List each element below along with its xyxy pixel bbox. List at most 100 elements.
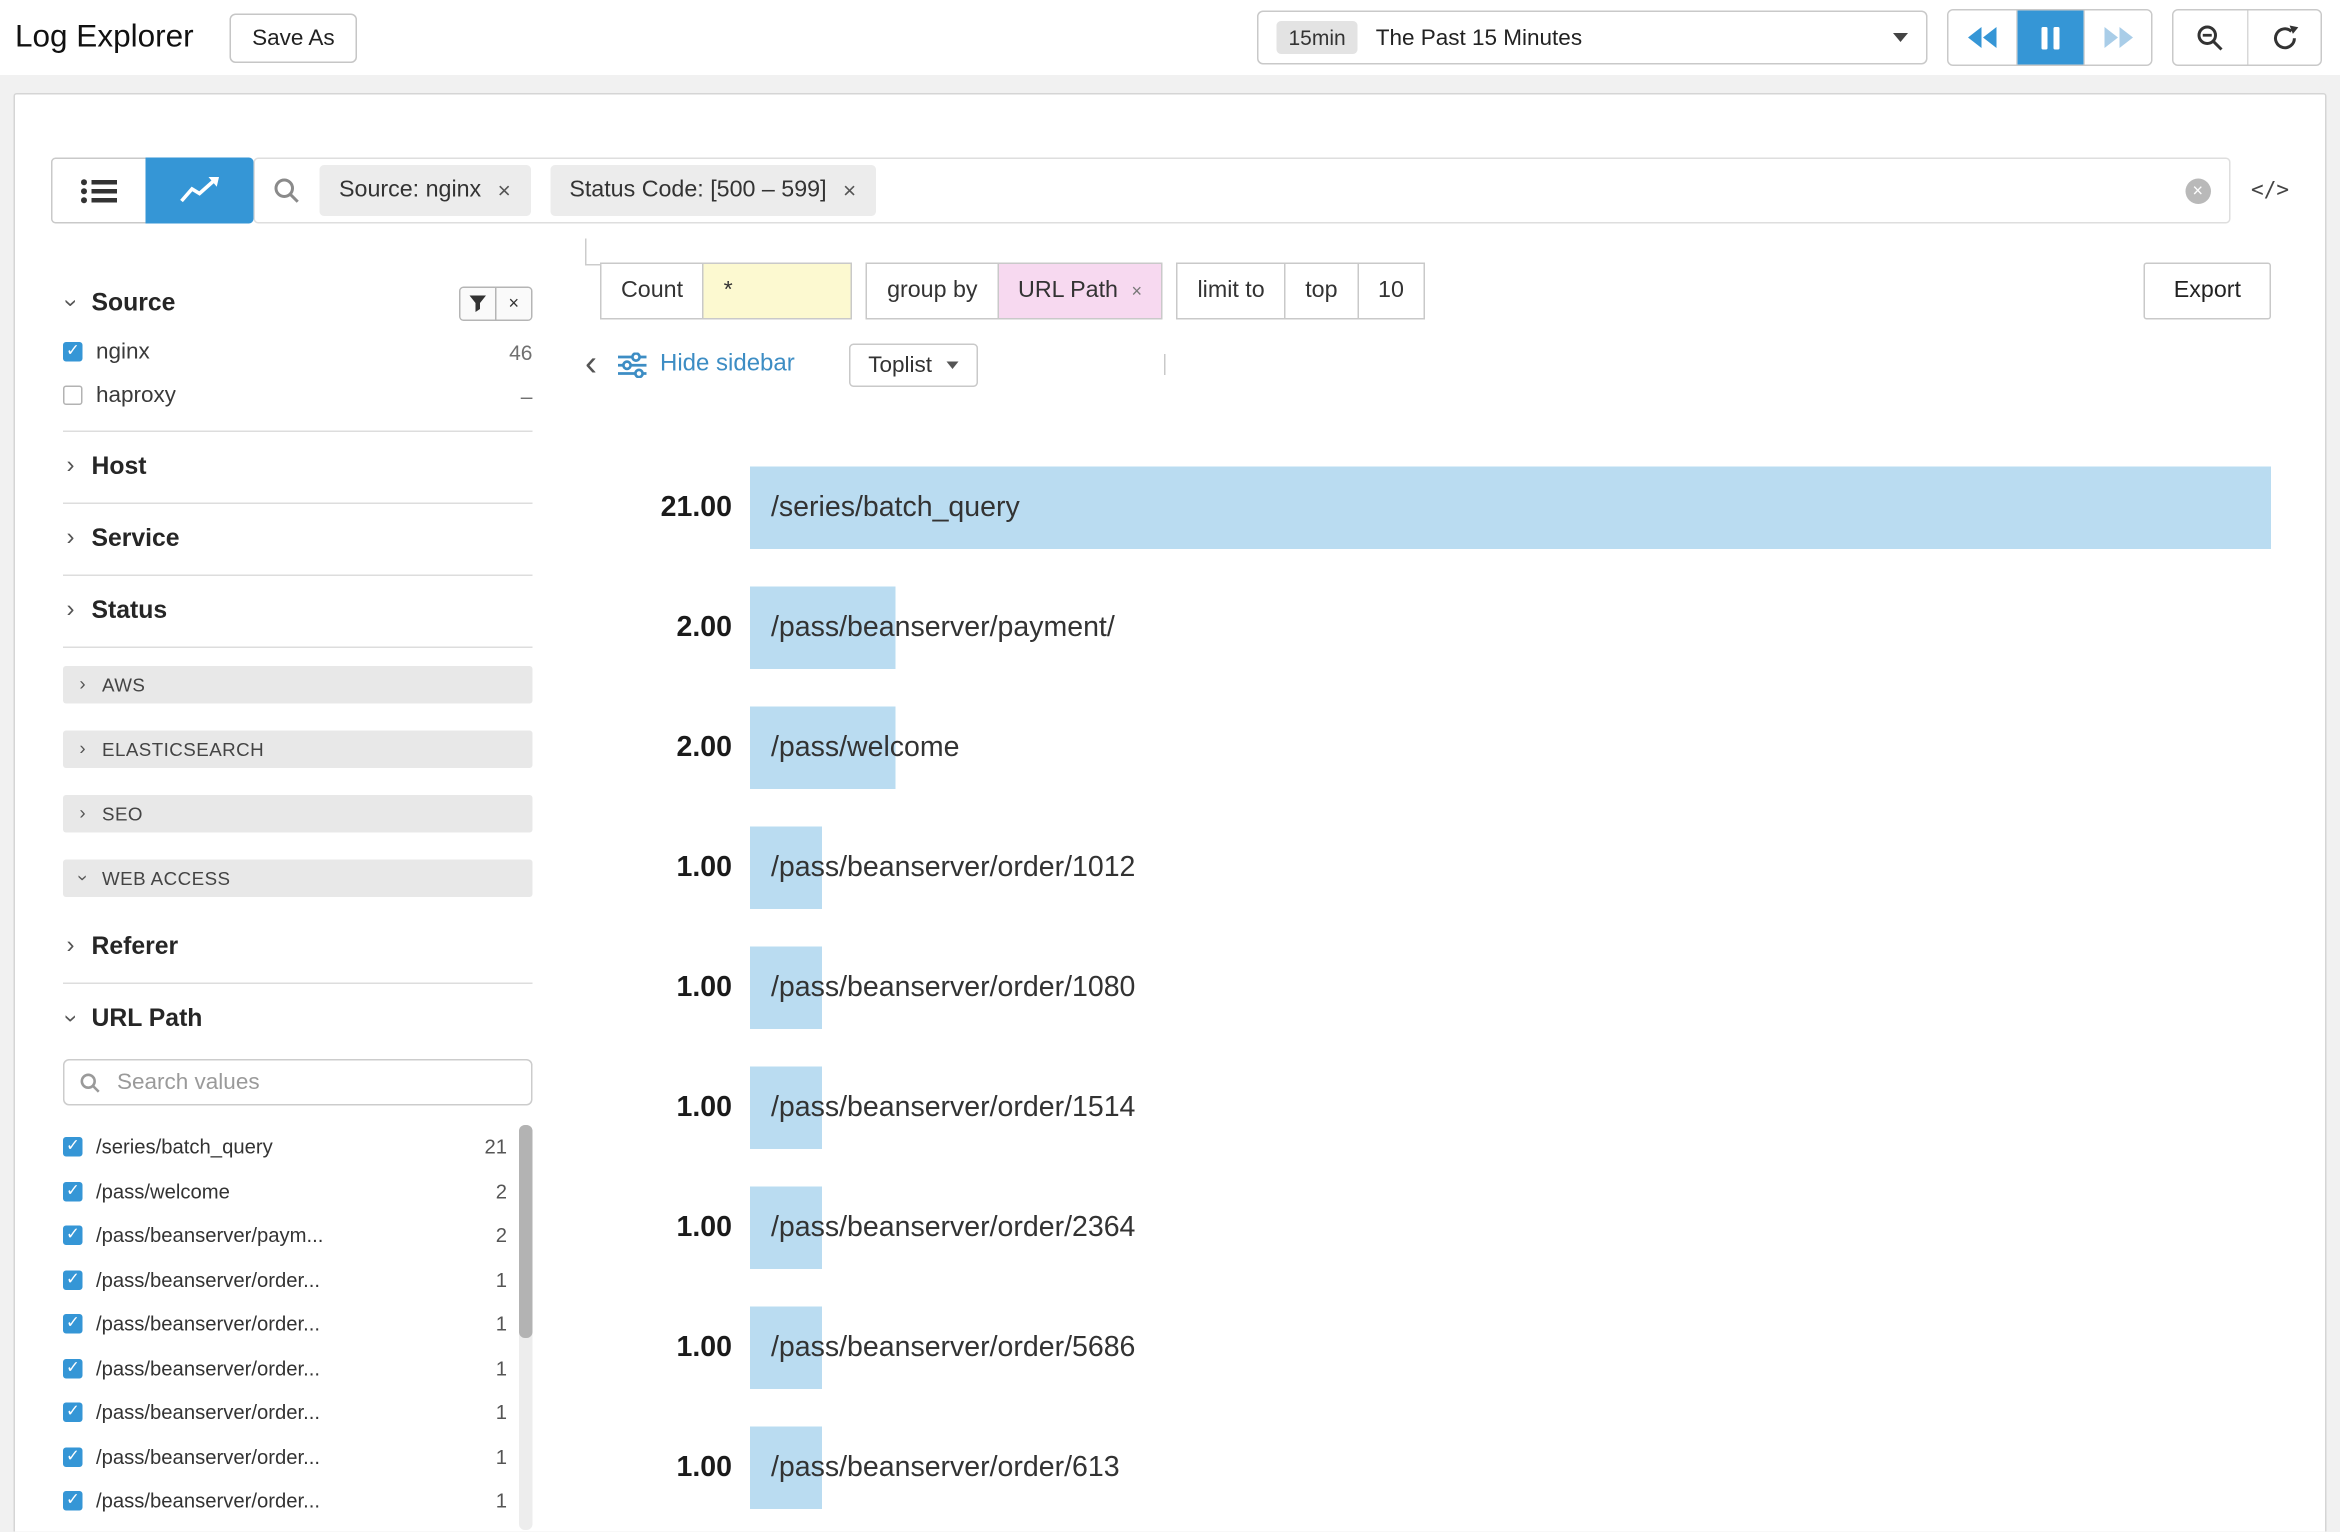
value-checkbox[interactable] xyxy=(63,1270,83,1290)
facet-group-aws[interactable]: AWS xyxy=(63,666,533,704)
facet-value-row[interactable]: /pass/beanserver/order...1 xyxy=(63,1258,507,1302)
view-type-dropdown[interactable]: Toplist xyxy=(849,343,979,387)
toplist-row: 1.00 /pass/beanserver/order/2364 xyxy=(585,1187,2271,1270)
facet-header-service[interactable]: Service xyxy=(63,516,533,561)
rewind-icon xyxy=(1968,27,1997,48)
facet-group-label: SEO xyxy=(102,803,143,824)
chevron-down-icon xyxy=(63,291,78,315)
chevron-right-icon xyxy=(77,675,89,694)
facet-header-source[interactable]: Source× xyxy=(63,281,533,326)
remove-filter-icon[interactable]: × xyxy=(843,178,856,204)
value-checkbox[interactable] xyxy=(63,1447,83,1467)
value-count: 1 xyxy=(496,1490,507,1513)
scrollbar-thumb[interactable] xyxy=(519,1125,533,1338)
count-value-cell[interactable]: * xyxy=(703,263,853,320)
query-builder: Count * group by URL Path× limit to top … xyxy=(600,263,2271,320)
toplist-bar-track: /pass/beanserver/order/5686 xyxy=(750,1307,2271,1390)
facet-value-row[interactable]: haproxy– xyxy=(63,374,533,418)
remove-filter-icon[interactable]: × xyxy=(498,178,511,204)
limit-direction-cell[interactable]: top xyxy=(1284,263,1358,320)
chart-view-button[interactable] xyxy=(146,158,254,224)
facet-value-row[interactable]: nginx46 xyxy=(63,330,533,374)
pause-icon xyxy=(2042,26,2060,49)
limit-count-cell[interactable]: 10 xyxy=(1357,263,1425,320)
facet-value-row[interactable]: /pass/beanserver/paym...2 xyxy=(63,1214,507,1258)
facet-group-seo[interactable]: SEO xyxy=(63,795,533,833)
facet-header-url-path[interactable]: URL Path xyxy=(63,996,533,1041)
forward-button[interactable] xyxy=(2084,11,2152,65)
value-count: 46 xyxy=(509,340,532,364)
group-by-value-cell[interactable]: URL Path× xyxy=(997,263,1163,320)
filter-pill[interactable]: Status Code: [500 – 599] × xyxy=(550,165,876,216)
toplist-value: 2.00 xyxy=(585,611,750,644)
divider xyxy=(63,983,533,985)
value-label: /pass/beanserver/order... xyxy=(96,1401,320,1424)
facet-header-host[interactable]: Host xyxy=(63,444,533,489)
toplist-row: 1.00 /pass/beanserver/order/1012 xyxy=(585,827,2271,910)
clear-facet-button[interactable]: × xyxy=(495,287,531,319)
remove-group-by-icon[interactable]: × xyxy=(1131,281,1142,302)
toplist-bar-label: /pass/beanserver/order/5686 xyxy=(771,1331,1135,1364)
facet-group-web-access[interactable]: WEB ACCESS xyxy=(63,860,533,898)
toplist-value: 1.00 xyxy=(585,1211,750,1244)
export-button[interactable]: Export xyxy=(2144,263,2271,320)
filter-facet-button[interactable] xyxy=(461,287,496,319)
collapse-sidebar-chevron[interactable]: ‹ xyxy=(585,347,597,383)
chevron-down-icon xyxy=(1893,33,1908,42)
facet-group-label: AWS xyxy=(102,674,145,695)
toplist-bar-track: /series/batch_query xyxy=(750,467,2271,550)
toplist-value: 1.00 xyxy=(585,1331,750,1364)
facet-header-status[interactable]: Status xyxy=(63,588,533,633)
list-view-button[interactable] xyxy=(51,158,147,224)
facet-value-row[interactable]: /pass/beanserver/order...1 xyxy=(63,1435,507,1479)
value-checkbox[interactable] xyxy=(63,1491,83,1511)
value-checkbox[interactable] xyxy=(63,386,83,406)
save-as-button[interactable]: Save As xyxy=(230,13,358,63)
chevron-right-icon xyxy=(63,527,78,551)
facet-value-row[interactable]: /pass/beanserver/order...1 xyxy=(63,1479,507,1523)
facet-label: Host xyxy=(92,452,147,481)
refresh-button[interactable] xyxy=(2247,11,2321,65)
facet-value-row[interactable]: /pass/beanserver/order... 1 xyxy=(63,1346,507,1390)
facet-value-row[interactable]: /series/batch_query21 xyxy=(63,1125,507,1169)
search-icon xyxy=(273,177,300,204)
toplist-row: 2.00 /pass/beanserver/payment/ xyxy=(585,587,2271,670)
facet-header-referer[interactable]: Referer xyxy=(63,924,533,969)
clear-search-icon[interactable]: × xyxy=(2185,178,2211,204)
facet-label: Status xyxy=(92,596,168,625)
main-panel: Count * group by URL Path× limit to top … xyxy=(549,224,2325,1532)
value-checkbox[interactable] xyxy=(63,1226,83,1246)
toplist-bar-label: /pass/beanserver/order/1514 xyxy=(771,1091,1135,1124)
line-chart-icon xyxy=(179,176,221,206)
facet-value-row[interactable]: /pass/beanserver/order...1 xyxy=(63,1391,507,1435)
value-checkbox[interactable] xyxy=(63,1137,83,1157)
toplist-bar-track: /pass/beanserver/order/613 xyxy=(750,1427,2271,1510)
facet-search-input[interactable] xyxy=(114,1068,516,1097)
value-checkbox[interactable] xyxy=(63,1403,83,1423)
toplist-value: 1.00 xyxy=(585,971,750,1004)
value-checkbox[interactable] xyxy=(63,1359,83,1379)
hide-sidebar-link[interactable]: Hide sidebar xyxy=(618,351,795,378)
value-checkbox[interactable] xyxy=(63,342,83,362)
value-checkbox[interactable] xyxy=(63,1314,83,1334)
search-bar[interactable]: Source: nginx × Status Code: [500 – 599]… xyxy=(254,158,2231,224)
rewind-button[interactable] xyxy=(1949,11,2017,65)
value-label: /pass/beanserver/order... xyxy=(96,1269,320,1292)
code-view-icon[interactable]: </> xyxy=(2251,179,2289,203)
time-range-picker[interactable]: 15min The Past 15 Minutes xyxy=(1257,11,1928,65)
value-checkbox[interactable] xyxy=(63,1182,83,1202)
value-label: /pass/beanserver/order... xyxy=(96,1357,320,1380)
view-toggle xyxy=(51,158,254,224)
count-label-cell[interactable]: Count xyxy=(600,263,704,320)
toplist-bar-label: /pass/beanserver/order/613 xyxy=(771,1451,1120,1484)
toplist-bar-label: /pass/beanserver/payment/ xyxy=(771,611,1115,644)
zoom-button[interactable] xyxy=(2174,11,2248,65)
toplist-value: 1.00 xyxy=(585,851,750,884)
facet-value-row[interactable]: /pass/beanserver/order...1 xyxy=(63,1302,507,1346)
pause-button[interactable] xyxy=(2016,11,2084,65)
filter-pill[interactable]: Source: nginx × xyxy=(320,165,531,216)
facet-group-label: ELASTICSEARCH xyxy=(102,739,264,760)
value-count: 1 xyxy=(496,1357,507,1380)
facet-group-elasticsearch[interactable]: ELASTICSEARCH xyxy=(63,731,533,769)
facet-value-row[interactable]: /pass/welcome2 xyxy=(63,1169,507,1213)
